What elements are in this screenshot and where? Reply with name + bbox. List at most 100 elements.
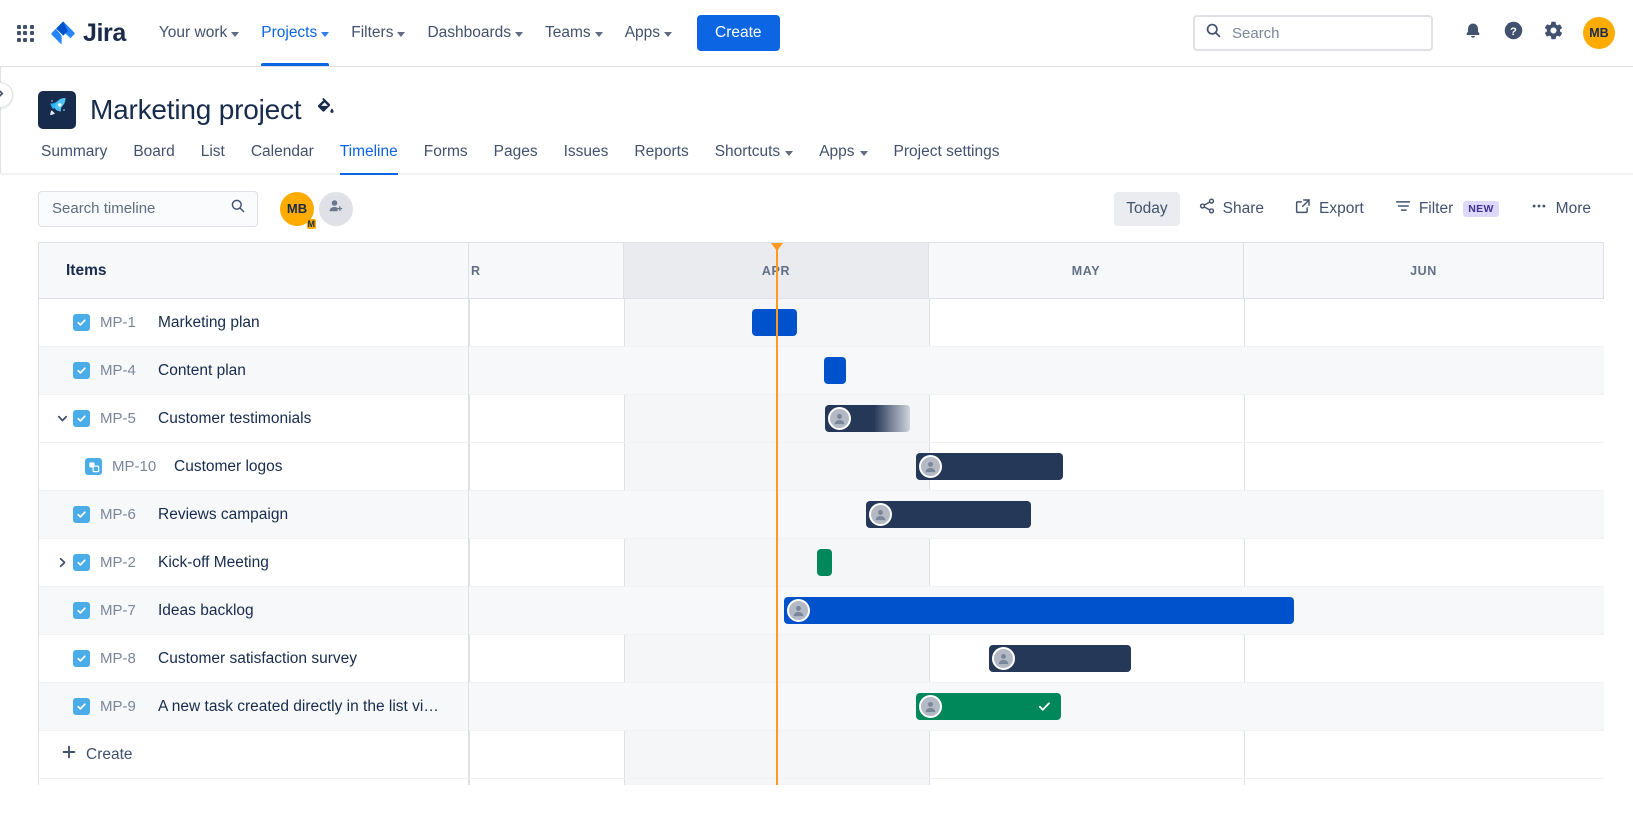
items-column-header: Items xyxy=(39,243,468,299)
issue-key: MP-8 xyxy=(100,650,158,667)
table-row[interactable]: MP-4 Content plan xyxy=(39,347,468,395)
jira-home-link[interactable]: Jira xyxy=(50,19,126,48)
more-dots-icon xyxy=(1529,197,1549,220)
bar-row[interactable] xyxy=(469,299,1604,347)
table-row[interactable]: MP-1 Marketing plan xyxy=(39,299,468,347)
bar-row[interactable] xyxy=(469,395,1604,443)
timeline-bar-mp-6[interactable] xyxy=(866,501,1031,528)
bar-row[interactable] xyxy=(469,347,1604,395)
jira-logo-icon xyxy=(50,20,76,46)
table-row[interactable]: MP-9 A new task created directly in the … xyxy=(39,683,468,731)
tab-summary[interactable]: Summary xyxy=(38,143,120,173)
today-button[interactable]: Today xyxy=(1114,192,1179,226)
help-button[interactable]: ? xyxy=(1495,15,1531,51)
timeline-bar-mp-10[interactable] xyxy=(916,453,1063,480)
tab-shortcuts[interactable]: Shortcuts xyxy=(702,143,806,173)
tab-pages[interactable]: Pages xyxy=(481,143,551,173)
timeline-bar-mp-4[interactable] xyxy=(824,357,846,384)
export-button[interactable]: Export xyxy=(1282,189,1376,228)
chevron-down-icon[interactable] xyxy=(51,408,73,430)
chevron-right-icon[interactable] xyxy=(51,552,73,574)
tab-reports[interactable]: Reports xyxy=(621,143,701,173)
jira-wordmark: Jira xyxy=(83,19,126,48)
bar-row[interactable] xyxy=(469,539,1604,587)
month-header-jun[interactable]: JUN xyxy=(1244,243,1604,298)
tab-forms[interactable]: Forms xyxy=(411,143,481,173)
bar-row[interactable] xyxy=(469,635,1604,683)
filter-new-badge: NEW xyxy=(1463,201,1498,217)
tab-list[interactable]: List xyxy=(188,143,238,173)
bar-row[interactable] xyxy=(469,683,1604,731)
table-row[interactable]: MP-8 Customer satisfaction survey xyxy=(39,635,468,683)
filter-button[interactable]: Filter NEW xyxy=(1382,189,1511,228)
chevron-down-icon xyxy=(321,32,329,37)
tab-apps[interactable]: Apps xyxy=(806,143,880,173)
row-twisty-placeholder xyxy=(51,504,73,526)
bar-row[interactable] xyxy=(469,443,1604,491)
timeline-bars-area[interactable] xyxy=(469,299,1604,785)
issue-key: MP-6 xyxy=(100,506,158,523)
tab-issues[interactable]: Issues xyxy=(551,143,622,173)
settings-button[interactable] xyxy=(1535,15,1571,51)
bar-row-empty[interactable] xyxy=(469,731,1604,779)
bar-row[interactable] xyxy=(469,491,1604,539)
create-row-label: Create xyxy=(86,746,133,764)
create-issue-row[interactable]: Create xyxy=(39,731,468,779)
issue-summary: Customer logos xyxy=(174,458,283,476)
issue-summary: Customer satisfaction survey xyxy=(158,650,357,668)
tab-calendar[interactable]: Calendar xyxy=(238,143,327,173)
timeline-bar-mp-9[interactable] xyxy=(916,693,1061,720)
toolbar-actions: Today Share Export xyxy=(1114,189,1603,228)
user-avatar[interactable]: MB xyxy=(1583,17,1615,49)
timeline-bar-mp-8[interactable] xyxy=(989,645,1131,672)
assignee-avatar-icon xyxy=(919,455,942,478)
search-input[interactable] xyxy=(50,199,230,218)
task-check-icon xyxy=(73,650,90,667)
notifications-button[interactable] xyxy=(1455,15,1491,51)
nav-item-apps[interactable]: Apps xyxy=(614,0,683,66)
table-row[interactable]: MP-7 Ideas backlog xyxy=(39,587,468,635)
share-button[interactable]: Share xyxy=(1186,189,1276,228)
table-row[interactable]: MP-2 Kick-off Meeting xyxy=(39,539,468,587)
theme-paint-icon xyxy=(315,97,336,123)
table-row[interactable]: MP-6 Reviews campaign xyxy=(39,491,468,539)
nav-item-your-work[interactable]: Your work xyxy=(148,0,250,66)
member-avatar[interactable]: MB M xyxy=(280,192,314,226)
nav-item-filters[interactable]: Filters xyxy=(340,0,416,66)
assignee-avatar-icon xyxy=(828,407,851,430)
month-header-mar[interactable]: R xyxy=(469,243,624,298)
add-member-button[interactable] xyxy=(319,192,353,226)
global-search-box[interactable] xyxy=(1193,15,1433,51)
project-theme-button[interactable] xyxy=(315,97,336,123)
nav-item-projects[interactable]: Projects xyxy=(250,0,340,66)
table-row[interactable]: MP-5 Customer testimonials xyxy=(39,395,468,443)
assignee-avatar-icon xyxy=(992,647,1015,670)
chevron-down-icon xyxy=(664,32,672,37)
issue-summary: Reviews campaign xyxy=(158,506,288,524)
tab-timeline[interactable]: Timeline xyxy=(327,143,411,173)
timeline-search-box[interactable] xyxy=(38,191,258,227)
timeline-bar-mp-7[interactable] xyxy=(784,597,1294,624)
search-icon xyxy=(1205,22,1222,44)
timeline-bar-mp-2[interactable] xyxy=(817,549,832,576)
bar-row[interactable] xyxy=(469,587,1604,635)
more-button[interactable]: More xyxy=(1517,189,1603,228)
month-header-apr[interactable]: APR xyxy=(624,243,929,298)
table-row[interactable]: MP-10 Customer logos xyxy=(39,443,468,491)
chevron-down-icon xyxy=(231,32,239,37)
timeline-bar-mp-5[interactable] xyxy=(825,405,910,432)
global-search-input[interactable] xyxy=(1230,24,1421,43)
month-header-may[interactable]: MAY xyxy=(929,243,1244,298)
nav-item-dashboards[interactable]: Dashboards xyxy=(416,0,534,66)
chevron-down-icon xyxy=(860,151,868,156)
timeline-bar-mp-1[interactable] xyxy=(752,309,797,336)
issue-key: MP-4 xyxy=(100,362,158,379)
timeline-toolbar: MB M Today Share xyxy=(0,175,1633,242)
tab-project-settings[interactable]: Project settings xyxy=(881,143,1013,173)
app-switcher-button[interactable] xyxy=(8,16,42,50)
global-navigation-bar: Jira Your work Projects Filters Dashboar… xyxy=(0,0,1633,67)
nav-item-teams[interactable]: Teams xyxy=(534,0,614,66)
tab-board[interactable]: Board xyxy=(120,143,187,173)
create-button[interactable]: Create xyxy=(697,15,780,51)
assignee-avatar-icon xyxy=(919,695,942,718)
